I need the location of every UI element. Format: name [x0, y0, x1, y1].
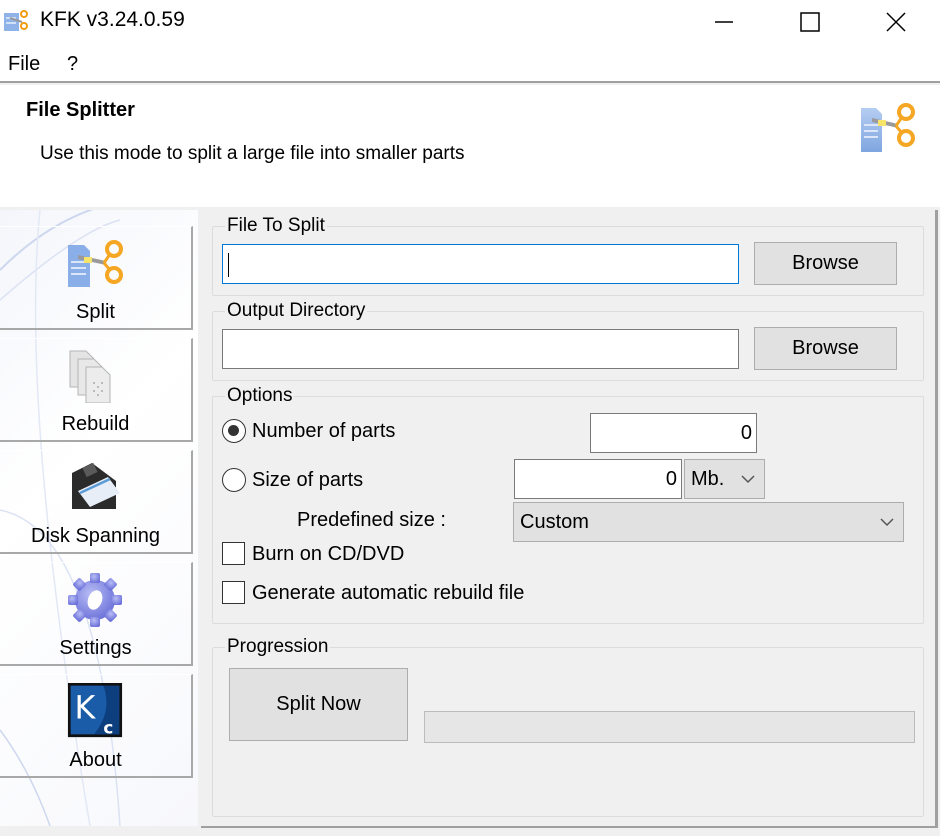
file-scissors-icon [68, 240, 123, 287]
sidebar-item-disk-spanning[interactable]: Disk Spanning [0, 450, 193, 554]
size-of-parts-input[interactable]: 0 [514, 459, 682, 499]
split-progress-bar [424, 711, 915, 743]
number-of-parts-label: Number of parts [252, 420, 396, 442]
size-unit-select[interactable]: Mb. [684, 459, 765, 499]
browse-file-button[interactable]: Browse [754, 242, 897, 285]
minimize-icon [715, 21, 733, 23]
sidebar-item-settings[interactable]: Settings [0, 562, 193, 666]
svg-text:c: c [103, 717, 113, 737]
sidebar-item-about[interactable]: K c About [0, 674, 193, 778]
file-scissors-icon [861, 103, 915, 152]
number-of-parts-radio[interactable] [222, 419, 246, 443]
chevron-down-icon [741, 475, 755, 484]
sidebar: Split Rebuild Disk Spanning Settings K c… [0, 210, 198, 826]
menu-bar: File ? [0, 44, 940, 83]
sidebar-item-label: Split [76, 301, 115, 323]
gear-icon [68, 573, 122, 627]
sidebar-item-split[interactable]: Split [0, 226, 193, 330]
close-icon [886, 12, 906, 32]
close-button[interactable] [856, 0, 936, 44]
chevron-down-icon [880, 518, 894, 527]
sidebar-item-label: Settings [59, 637, 132, 659]
group-title: Output Directory [225, 300, 368, 322]
predefined-size-value: Custom [520, 511, 589, 533]
burn-cd-label: Burn on CD/DVD [252, 543, 405, 565]
svg-text:K: K [74, 690, 96, 726]
page-subtitle: Use this mode to split a large file into… [40, 143, 465, 164]
maximize-icon [800, 12, 820, 32]
group-title: Progression [225, 636, 331, 658]
main-panel: File To Split Browse Output Directory Br… [201, 210, 938, 828]
browse-output-button[interactable]: Browse [754, 327, 897, 370]
floppy-disk-icon [72, 462, 120, 509]
stacked-documents-icon [69, 350, 111, 403]
burn-cd-checkbox[interactable] [222, 542, 245, 565]
kc-logo-icon: K c [67, 683, 123, 737]
file-to-split-input[interactable] [222, 244, 739, 284]
output-directory-input[interactable] [222, 329, 739, 369]
file-scissors-icon [4, 10, 28, 31]
number-of-parts-input[interactable]: 0 [590, 413, 757, 453]
menu-help[interactable]: ? [67, 53, 78, 76]
text-caret [228, 253, 229, 277]
generate-rebuild-label: Generate automatic rebuild file [252, 582, 525, 604]
group-title: File To Split [225, 215, 327, 237]
split-now-button[interactable]: Split Now [229, 668, 408, 741]
title-bar: KFK v3.24.0.59 [0, 0, 940, 44]
sidebar-item-label: About [69, 749, 122, 771]
group-title: Options [225, 385, 295, 407]
minimize-button[interactable] [684, 0, 764, 44]
header-banner: File Splitter Use this mode to split a l… [0, 85, 940, 207]
size-unit-value: Mb. [691, 468, 725, 490]
sidebar-item-label: Disk Spanning [31, 525, 160, 547]
generate-rebuild-checkbox[interactable] [222, 581, 245, 604]
size-of-parts-label: Size of parts [252, 469, 364, 491]
menu-file[interactable]: File [8, 53, 40, 76]
window-title: KFK v3.24.0.59 [40, 8, 185, 31]
size-of-parts-radio[interactable] [222, 468, 246, 492]
predefined-size-label: Predefined size : [297, 509, 446, 531]
sidebar-item-label: Rebuild [61, 413, 130, 435]
page-title: File Splitter [26, 99, 135, 121]
predefined-size-select[interactable]: Custom [513, 502, 904, 542]
sidebar-item-rebuild[interactable]: Rebuild [0, 338, 193, 442]
maximize-button[interactable] [770, 0, 850, 44]
